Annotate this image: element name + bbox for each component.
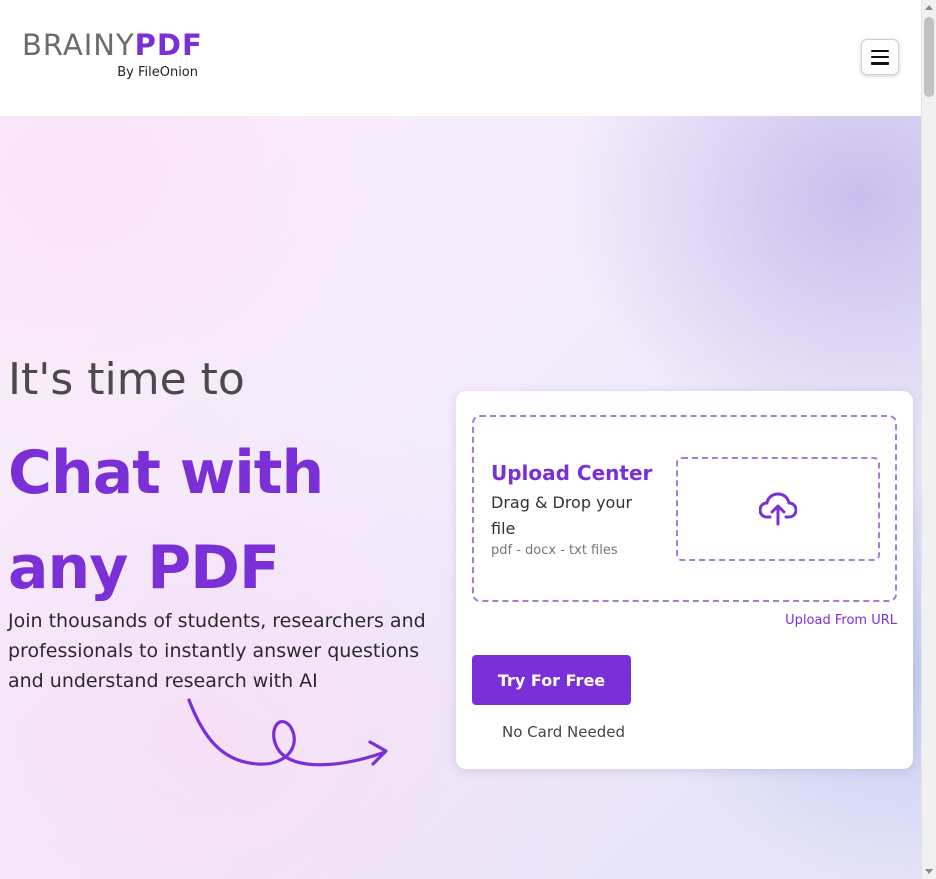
top-header: BRAINYPDF By FileOnion: [0, 0, 921, 116]
logo-brainy-text: BRAINY: [22, 28, 135, 62]
vertical-scrollbar[interactable]: [921, 0, 936, 879]
try-for-free-button[interactable]: Try For Free: [472, 655, 631, 705]
page: BRAINYPDF By FileOnion It's time to Chat…: [0, 0, 921, 879]
upload-card: Upload Center Drag & Drop your file pdf …: [456, 391, 913, 769]
logo-wordmark: BRAINYPDF: [22, 28, 203, 62]
drag-drop-text: Drag & Drop your file: [491, 493, 633, 538]
scroll-up-icon[interactable]: [925, 5, 933, 10]
hamburger-menu-button[interactable]: [861, 39, 899, 75]
file-dropzone[interactable]: Upload Center Drag & Drop your file pdf …: [472, 415, 897, 602]
upload-file-button[interactable]: [676, 457, 880, 561]
upload-from-url-link[interactable]: Upload From URL: [785, 613, 897, 628]
scroll-down-icon[interactable]: [925, 869, 933, 874]
scrollbar-thumb[interactable]: [924, 17, 934, 97]
no-card-needed-note: No Card Needed: [502, 723, 625, 741]
hero-section: It's time to Chat with any PDF Join thou…: [0, 116, 921, 879]
logo-tagline: By FileOnion: [117, 65, 198, 80]
hero-description: Join thousands of students, researchers …: [8, 610, 426, 692]
logo-pdf-text: PDF: [134, 28, 203, 62]
curly-arrow-icon: [187, 698, 388, 767]
supported-formats-text: pdf - docx - txt files: [491, 543, 618, 558]
hero-intro-heading: It's time to: [8, 354, 245, 405]
hero-main-heading: Chat with any PDF: [8, 438, 324, 603]
upload-center-title: Upload Center: [491, 461, 653, 485]
brainypdf-logo[interactable]: BRAINYPDF By FileOnion: [22, 28, 203, 84]
hamburger-menu-icon: [871, 49, 889, 65]
cloud-upload-icon: [759, 492, 797, 526]
